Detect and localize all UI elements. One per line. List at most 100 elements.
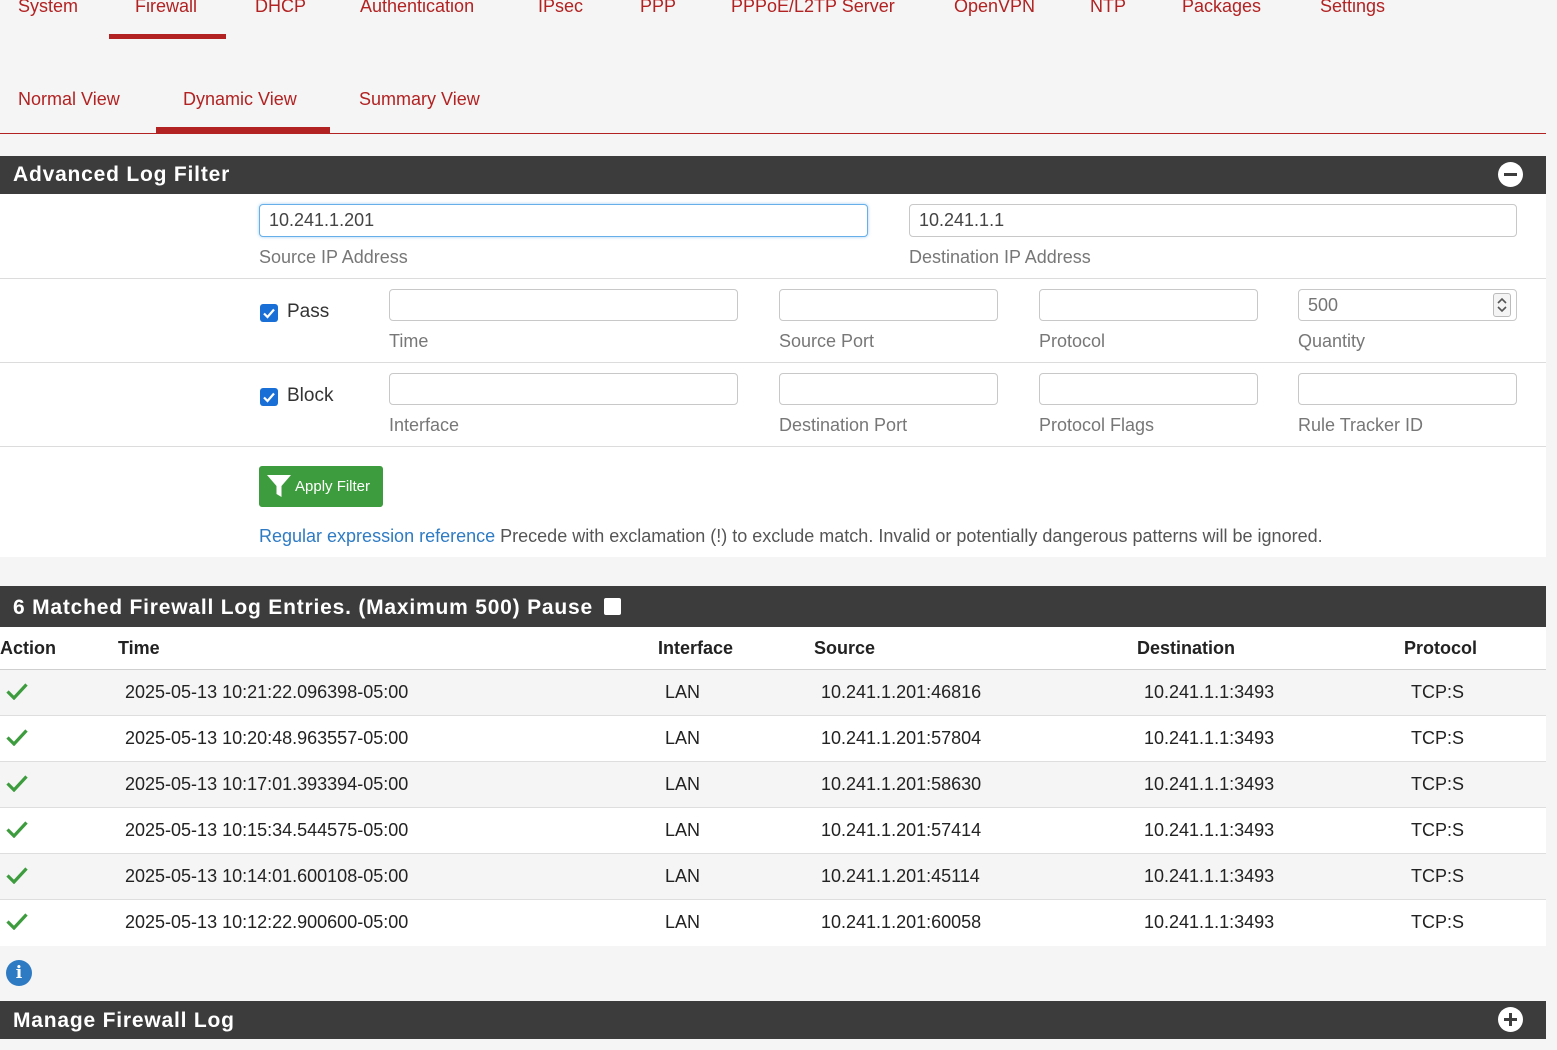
log-time: 2025-05-13 10:21:22.096398-05:00 [125,682,409,702]
tab-ppp[interactable]: PPP [640,0,676,17]
apply-filter-button[interactable]: Apply Filter [259,466,383,507]
tab-normal-view[interactable]: Normal View [18,89,120,110]
log-source[interactable]: 10.241.1.201:60058 [821,912,981,933]
log-source[interactable]: 10.241.1.201:45114 [821,866,980,887]
info-icon[interactable]: i [6,960,32,986]
tab-dhcp[interactable]: DHCP [255,0,306,17]
column-header-action[interactable]: Action [0,638,56,659]
column-header-time[interactable]: Time [118,638,160,659]
filter-row-divider [0,278,1546,279]
destination-ip-label: Destination IP Address [909,247,1091,267]
log-protocol: TCP:S [1411,866,1465,886]
tab-authentication[interactable]: Authentication [360,0,474,17]
time-label: Time [389,331,429,351]
log-destination[interactable]: 10.241.1.1:3493 [1144,774,1274,795]
filter-row-divider [0,362,1546,363]
active-tab-indicator [109,34,226,39]
tab-summary-view[interactable]: Summary View [359,89,480,110]
regex-reference-link[interactable]: Regular expression reference [259,526,495,546]
column-header-interface[interactable]: Interface [658,638,733,659]
quantity-label: Quantity [1298,331,1366,351]
log-table-header-row [0,627,1546,670]
tab-packages[interactable]: Packages [1182,0,1261,17]
column-header-protocol[interactable]: Protocol [1404,638,1477,659]
tab-firewall[interactable]: Firewall [135,0,197,17]
source-ip-label: Source IP Address [259,247,408,267]
protocol-label: Protocol [1039,331,1106,351]
check-icon [6,729,28,746]
tab-ntp[interactable]: NTP [1090,0,1126,17]
plus-circle-icon[interactable] [1498,1007,1523,1032]
protocol-input[interactable] [1039,289,1258,321]
log-entries-title: 6 Matched Firewall Log Entries. (Maximum… [13,596,593,619]
log-destination[interactable]: 10.241.1.1:3493 [1144,728,1274,749]
log-time: 2025-05-13 10:15:34.544575-05:00 [125,820,409,840]
log-destination[interactable]: 10.241.1.1:3493 [1144,682,1274,703]
quantity-input[interactable] [1298,289,1517,321]
regex-note: Precede with exclamation (!) to exclude … [500,526,1323,546]
source-ip-input[interactable] [259,204,868,237]
check-icon [6,867,28,884]
quantity-stepper[interactable] [1493,293,1511,317]
apply-filter-label: Apply Filter [295,478,371,495]
source-port-label: Source Port [779,331,875,351]
log-interface: LAN [665,820,701,840]
log-protocol: TCP:S [1411,912,1465,932]
log-destination[interactable]: 10.241.1.1:3493 [1144,912,1274,933]
protocol-flags-input[interactable] [1039,373,1258,405]
destination-ip-input[interactable] [909,204,1517,237]
source-port-input[interactable] [779,289,998,321]
log-source[interactable]: 10.241.1.201:58630 [821,774,981,795]
interface-input[interactable] [389,373,738,405]
quantity-field [1298,289,1517,321]
tab-settings[interactable]: Settings [1320,0,1385,17]
panel-title: Advanced Log Filter [13,163,231,186]
log-source[interactable]: 10.241.1.201:57804 [821,728,981,749]
log-time: 2025-05-13 10:20:48.963557-05:00 [125,728,409,748]
pass-checkbox[interactable] [260,304,278,322]
log-interface: LAN [665,866,701,886]
check-icon [6,821,28,838]
table-row: 2025-05-13 10:14:01.600108-05:00 LAN 10.… [0,854,1546,900]
tab-system[interactable]: System [18,0,78,17]
table-row: 2025-05-13 10:20:48.963557-05:00 LAN 10.… [0,716,1546,762]
destination-port-label: Destination Port [779,415,908,435]
tab-pppoe-l2tp-server[interactable]: PPPoE/L2TP Server [731,0,895,17]
destination-port-input[interactable] [779,373,998,405]
block-checkbox[interactable] [260,388,278,406]
interface-label: Interface [389,415,460,435]
pass-label: Pass [287,301,330,322]
protocol-flags-label: Protocol Flags [1039,415,1155,435]
manage-firewall-log-header[interactable]: Manage Firewall Log [0,1001,1546,1039]
check-icon [6,775,28,792]
check-icon [6,683,28,700]
table-row: 2025-05-13 10:21:22.096398-05:00 LAN 10.… [0,670,1546,716]
log-entries-header: 6 Matched Firewall Log Entries. (Maximum… [0,586,1546,627]
column-header-source[interactable]: Source [814,638,875,659]
log-interface: LAN [665,728,701,748]
rule-tracker-id-input[interactable] [1298,373,1517,405]
log-protocol: TCP:S [1411,774,1465,794]
log-protocol: TCP:S [1411,682,1465,702]
time-input[interactable] [389,289,738,321]
log-interface: LAN [665,912,701,932]
table-row: 2025-05-13 10:12:22.900600-05:00 LAN 10.… [0,900,1546,946]
log-destination[interactable]: 10.241.1.1:3493 [1144,866,1274,887]
tab-openvpn[interactable]: OpenVPN [954,0,1035,17]
tab-dynamic-view[interactable]: Dynamic View [183,89,297,110]
log-protocol: TCP:S [1411,728,1465,748]
tab-ipsec[interactable]: IPsec [538,0,583,17]
subtab-divider [0,133,1546,134]
block-label: Block [287,385,334,406]
log-time: 2025-05-13 10:14:01.600108-05:00 [125,866,409,886]
log-source[interactable]: 10.241.1.201:46816 [821,682,981,703]
log-interface: LAN [665,682,701,702]
pause-checkbox[interactable] [603,598,621,615]
log-source[interactable]: 10.241.1.201:57414 [821,820,981,841]
table-row: 2025-05-13 10:17:01.393394-05:00 LAN 10.… [0,762,1546,808]
log-destination[interactable]: 10.241.1.1:3493 [1144,820,1274,841]
minus-circle-icon[interactable] [1498,162,1523,187]
column-header-destination[interactable]: Destination [1137,638,1235,659]
table-row: 2025-05-13 10:15:34.544575-05:00 LAN 10.… [0,808,1546,854]
advanced-log-filter-header: Advanced Log Filter [0,156,1546,194]
